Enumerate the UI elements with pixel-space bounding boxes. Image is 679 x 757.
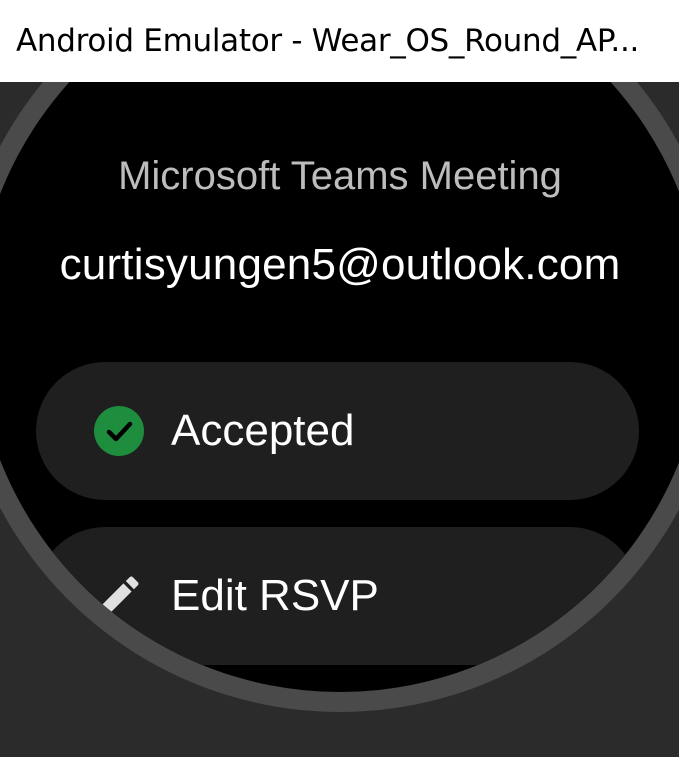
- accepted-label: Accepted: [171, 406, 355, 455]
- edit-rsvp-label: Edit RSVP: [171, 571, 379, 620]
- check-circle-icon: [93, 405, 145, 457]
- watch-screen[interactable]: Microsoft Teams Meeting curtisyungen5@ou…: [0, 82, 679, 692]
- edit-rsvp-chip[interactable]: Edit RSVP: [36, 527, 639, 665]
- emulator-viewport: Microsoft Teams Meeting curtisyungen5@ou…: [0, 82, 679, 757]
- pencil-icon: [93, 570, 145, 622]
- accepted-chip[interactable]: Accepted: [36, 362, 639, 500]
- window-titlebar[interactable]: Android Emulator - Wear_OS_Round_AP...: [0, 0, 679, 82]
- organizer-text: Microsoft Teams Meeting: [118, 154, 562, 198]
- window-title: Android Emulator - Wear_OS_Round_AP...: [16, 23, 640, 59]
- organizer-email: curtisyungen5@outlook.com: [59, 240, 621, 289]
